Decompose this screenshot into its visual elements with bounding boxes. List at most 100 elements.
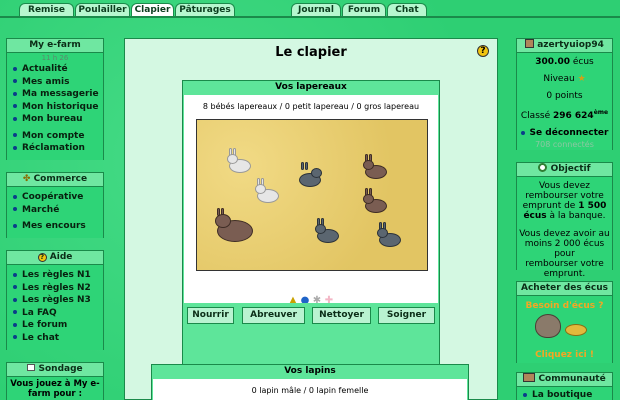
nav-reclamation[interactable]: Réclamation (7, 142, 103, 155)
objectif-text: Vous devez (538, 181, 591, 191)
star-icon: ★ (577, 74, 586, 84)
commerce-title: ✤ Commerce (7, 173, 103, 187)
bullet-icon (13, 297, 17, 302)
rabbit-sprite (377, 222, 403, 248)
coins-icon (565, 324, 587, 336)
bullet-icon (13, 285, 17, 289)
communaute-title: Communauté (517, 373, 612, 387)
tab-journal[interactable]: Journal (291, 3, 341, 17)
objectif-amount: emprunt de 1 500 (522, 201, 607, 211)
user-box: azertyuiop94 300.00 écus Niveau ★ 0 poin… (516, 38, 613, 150)
clock-text: 11 h 26 (41, 54, 69, 62)
nettoyer-button[interactable]: Nettoyer (312, 307, 371, 324)
bullet-icon (13, 91, 17, 96)
avatar-icon (525, 39, 535, 48)
rabbit-sprite (215, 208, 253, 242)
bullet-icon (13, 272, 17, 277)
logout-link[interactable]: Se déconnecter (517, 127, 612, 139)
objectif-title: Objectif (517, 163, 612, 177)
my-efarm-box: My e-farm 11 h 26 Actualité Mes amis Ma … (6, 38, 104, 160)
cliquez-link[interactable]: Cliquez ici ! (517, 349, 612, 361)
rabbit-sprite (363, 188, 389, 214)
ecus-balance: 300.00 écus (535, 57, 594, 67)
bullet-icon (520, 130, 525, 135)
lapins-panel: Vos lapins 0 lapin mâle / 0 lapin femell… (151, 364, 469, 400)
rabbit-pen (196, 119, 428, 271)
top-tab-bar: Remise Poulailler Clapier Pâturages Jour… (0, 0, 620, 18)
nav-regles-n3[interactable]: Les règles N3 (7, 294, 103, 307)
sondage-box: Sondage Vous jouez à My e- farm pour : (6, 362, 104, 400)
nav-bureau[interactable]: Mon bureau (7, 113, 103, 126)
nav-cooperative[interactable]: Coopérative (7, 191, 103, 204)
nav-messagerie[interactable]: Ma messagerie (7, 88, 103, 101)
ranking-row: Classé 296 624ème (520, 109, 609, 121)
main-content: Le clapier ? Vos lapereaux 8 bébés laper… (124, 38, 498, 400)
nav-faq[interactable]: La FAQ (7, 307, 103, 320)
objectif-text: rembourser votre (525, 259, 604, 269)
tab-paturages[interactable]: Pâturages (175, 3, 235, 17)
action-bar: Nourrir Abreuver Nettoyer Soigner (183, 303, 439, 329)
bullet-icon (13, 322, 17, 327)
objectif-amount-unit: écus à la banque. (523, 211, 606, 221)
objectif-box: Objectif Vous devez rembourser votre emp… (516, 162, 613, 279)
nav-boutique[interactable]: La boutique (517, 389, 612, 400)
tab-chat[interactable]: Chat (387, 3, 427, 17)
bullet-icon (13, 207, 17, 211)
soigner-button[interactable]: Soigner (378, 307, 435, 324)
nav-mes-encours[interactable]: Mes encours (7, 220, 103, 233)
nourrir-button[interactable]: Nourrir (187, 307, 234, 324)
lapins-count: 0 lapin mâle / 0 lapin femelle (251, 386, 369, 395)
tab-remise[interactable]: Remise (19, 3, 74, 17)
page-title: Le clapier (275, 45, 347, 60)
nav-mes-amis[interactable]: Mes amis (7, 76, 103, 89)
nav-regles-n1[interactable]: Les règles N1 (7, 269, 103, 282)
community-icon (523, 373, 536, 382)
nav-marche[interactable]: Marché (7, 204, 103, 217)
acheter-title: Acheter des écus (517, 282, 612, 296)
aide-box: ? Aide Les règles N1 Les règles N2 Les r… (6, 250, 104, 350)
abreuver-button[interactable]: Abreuver (242, 307, 305, 324)
bullet-icon (13, 223, 17, 228)
bullet-icon (13, 79, 17, 83)
objectif-text: emprunt. (543, 269, 586, 279)
help-icon: ? (37, 253, 47, 262)
nav-regles-n2[interactable]: Les règles N2 (7, 282, 103, 295)
online-count: 708 connectés (535, 140, 594, 149)
lapins-area: 0 lapin mâle / 0 lapin femelle (153, 379, 467, 400)
tab-clapier[interactable]: Clapier (131, 3, 174, 17)
bullet-icon (13, 194, 17, 199)
commerce-icon: ✤ (22, 174, 34, 184)
bullet-icon (13, 104, 17, 108)
nav-historique[interactable]: Mon historique (7, 101, 103, 114)
target-icon (538, 163, 548, 172)
rabbit-sprite (315, 218, 341, 244)
communaute-box: Communauté La boutique (516, 372, 613, 400)
bullet-icon (13, 116, 17, 121)
acheter-box[interactable]: Acheter des écus Besoin d'écus ? Cliquez… (516, 281, 613, 363)
sondage-question-2: farm pour : (28, 389, 82, 399)
objectif-text: Vous devez avoir au (519, 229, 610, 239)
tab-poulailler[interactable]: Poulailler (75, 3, 130, 17)
user-title: azertyuiop94 (517, 39, 612, 53)
bullet-icon (13, 310, 17, 314)
lapereaux-count: 8 bébés lapereaux / 0 petit lapereau / 0… (202, 102, 420, 111)
help-icon[interactable]: ? (477, 45, 489, 57)
nav-chat[interactable]: Le chat (7, 332, 103, 345)
nav-actualite[interactable]: Actualité (7, 63, 103, 76)
nav-mon-compte[interactable]: Mon compte (7, 130, 103, 143)
nav-forum[interactable]: Le forum (7, 319, 103, 332)
tab-forum[interactable]: Forum (342, 3, 386, 17)
bullet-icon (13, 66, 17, 71)
objectif-text: rembourser votre (525, 191, 604, 201)
commerce-box: ✤ Commerce Coopérative Marché Mes encour… (6, 172, 104, 238)
money-bag-icon (535, 314, 561, 338)
bullet-icon (523, 392, 527, 397)
tab-divider (0, 16, 620, 18)
lapereaux-title: Vos lapereaux (275, 82, 347, 92)
aide-title: ? Aide (7, 251, 103, 265)
rabbit-sprite (255, 178, 281, 204)
bullet-icon (13, 133, 17, 137)
rabbit-sprite (227, 148, 253, 174)
niveau-row: Niveau ★ (543, 74, 586, 84)
my-efarm-title: My e-farm (7, 39, 103, 53)
